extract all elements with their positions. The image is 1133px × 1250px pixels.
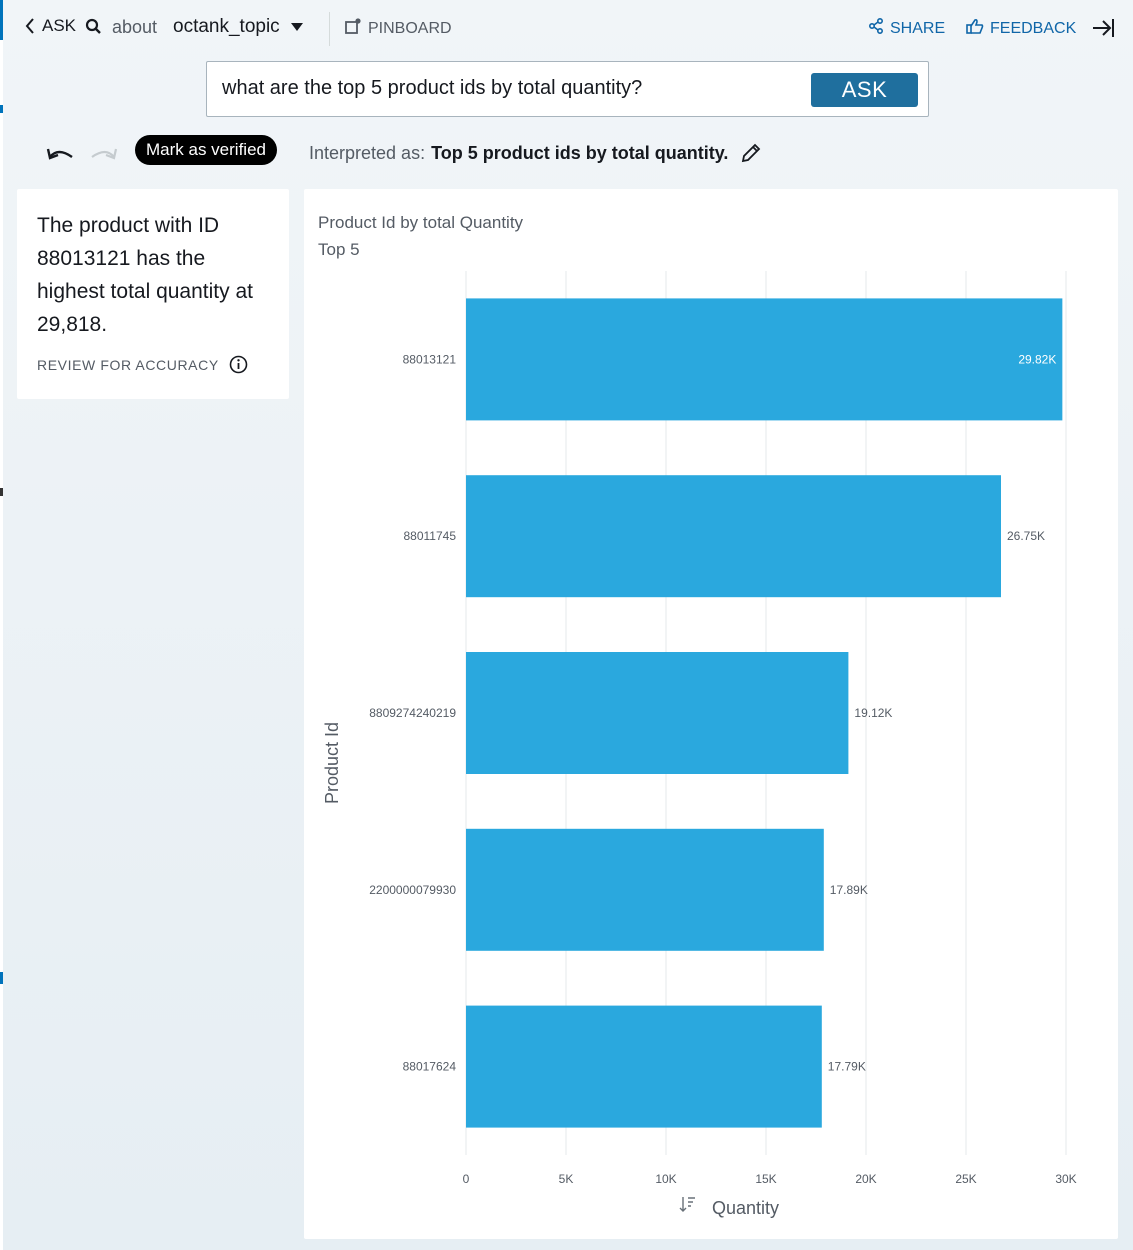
- x-tick-label: 5K: [559, 1172, 574, 1186]
- topic-name: octank_topic: [173, 16, 280, 37]
- interpretation: Interpreted as: Top 5 product ids by tot…: [309, 142, 762, 164]
- value-label: 29.82K: [1018, 352, 1056, 366]
- bar[interactable]: [466, 828, 824, 951]
- x-tick-label: 15K: [755, 1172, 776, 1186]
- toolbar-divider: [329, 12, 330, 46]
- value-label: 17.79K: [828, 1060, 866, 1074]
- pencil-icon[interactable]: [740, 142, 762, 164]
- category-label: 88011745: [404, 529, 457, 543]
- caret-down-icon: [290, 16, 304, 38]
- chart-card: Product Id by total Quantity Top 5 0 5K 10…: [304, 189, 1118, 1239]
- thumbs-up-icon: [966, 18, 984, 39]
- value-label: 26.75K: [1007, 529, 1045, 543]
- sort-descending-icon[interactable]: [679, 1197, 695, 1212]
- question-input[interactable]: what are the top 5 product ids by total …: [222, 77, 642, 100]
- narrative-card: The product with ID 88013121 has the hig…: [17, 189, 289, 399]
- review-for-accuracy: REVIEW FOR ACCURACY: [37, 355, 248, 374]
- edge-marker: [0, 972, 3, 984]
- interpretation-prefix: Interpreted as:: [309, 142, 426, 163]
- interpretation-text: Top 5 product ids by total quantity.: [431, 142, 729, 163]
- left-edge-strip: [0, 0, 3, 1250]
- category-label: 2200000079930: [369, 883, 456, 897]
- info-icon[interactable]: [229, 355, 248, 374]
- bar-chart: 0 5K 10K 15K 20K 25K 30K 88013121 29.82K 88011745…: [322, 271, 1077, 1218]
- pinboard-button[interactable]: PINBOARD: [345, 18, 452, 39]
- redo-icon: [88, 143, 118, 170]
- share-icon: [868, 17, 884, 39]
- question-box: what are the top 5 product ids by total …: [206, 61, 929, 117]
- about-label: about: [112, 17, 158, 37]
- bar[interactable]: [466, 1005, 822, 1128]
- bar[interactable]: [466, 475, 1001, 598]
- mark-as-verified-button[interactable]: Mark as verified: [135, 135, 277, 165]
- ask-label: ASK: [42, 16, 77, 35]
- category-label: 88017624: [403, 1060, 457, 1074]
- pin-icon: [345, 18, 362, 39]
- value-label: 19.12K: [854, 706, 892, 720]
- chevron-left-icon: [24, 17, 36, 35]
- value-label: 17.89K: [830, 883, 868, 897]
- category-label: 8809274240219: [369, 706, 456, 720]
- x-axis-title[interactable]: Quantity: [712, 1198, 779, 1218]
- search-icon: [85, 18, 102, 35]
- undo-icon[interactable]: [46, 143, 76, 170]
- bar[interactable]: [466, 652, 849, 774]
- x-tick-label: 30K: [1055, 1172, 1076, 1186]
- x-tick-label: 25K: [955, 1172, 976, 1186]
- edge-marker: [0, 105, 3, 113]
- y-axis-title: Product Id: [322, 722, 342, 804]
- pinboard-label: PINBOARD: [368, 19, 452, 37]
- share-button[interactable]: SHARE: [868, 17, 946, 39]
- collapse-panel-icon[interactable]: [1092, 17, 1116, 44]
- topic-selector[interactable]: octank_topic: [173, 16, 304, 38]
- narrative-text: The product with ID 88013121 has the hig…: [37, 214, 253, 336]
- top-bar: ASK about octank_topic PINBOARD SHARE FE…: [0, 0, 1133, 58]
- category-label: 88013121: [403, 352, 457, 366]
- feedback-label: FEEDBACK: [990, 19, 1077, 37]
- bar[interactable]: [466, 298, 1063, 421]
- ask-back-button[interactable]: ASK: [24, 16, 102, 36]
- feedback-button[interactable]: FEEDBACK: [966, 18, 1076, 39]
- x-tick-label: 10K: [655, 1172, 676, 1186]
- x-tick-label: 0: [463, 1172, 470, 1186]
- share-label: SHARE: [890, 19, 946, 37]
- review-label: REVIEW FOR ACCURACY: [37, 356, 219, 373]
- x-tick-label: 20K: [855, 1172, 876, 1186]
- ask-button[interactable]: ASK: [811, 73, 918, 107]
- edge-marker: [0, 488, 3, 496]
